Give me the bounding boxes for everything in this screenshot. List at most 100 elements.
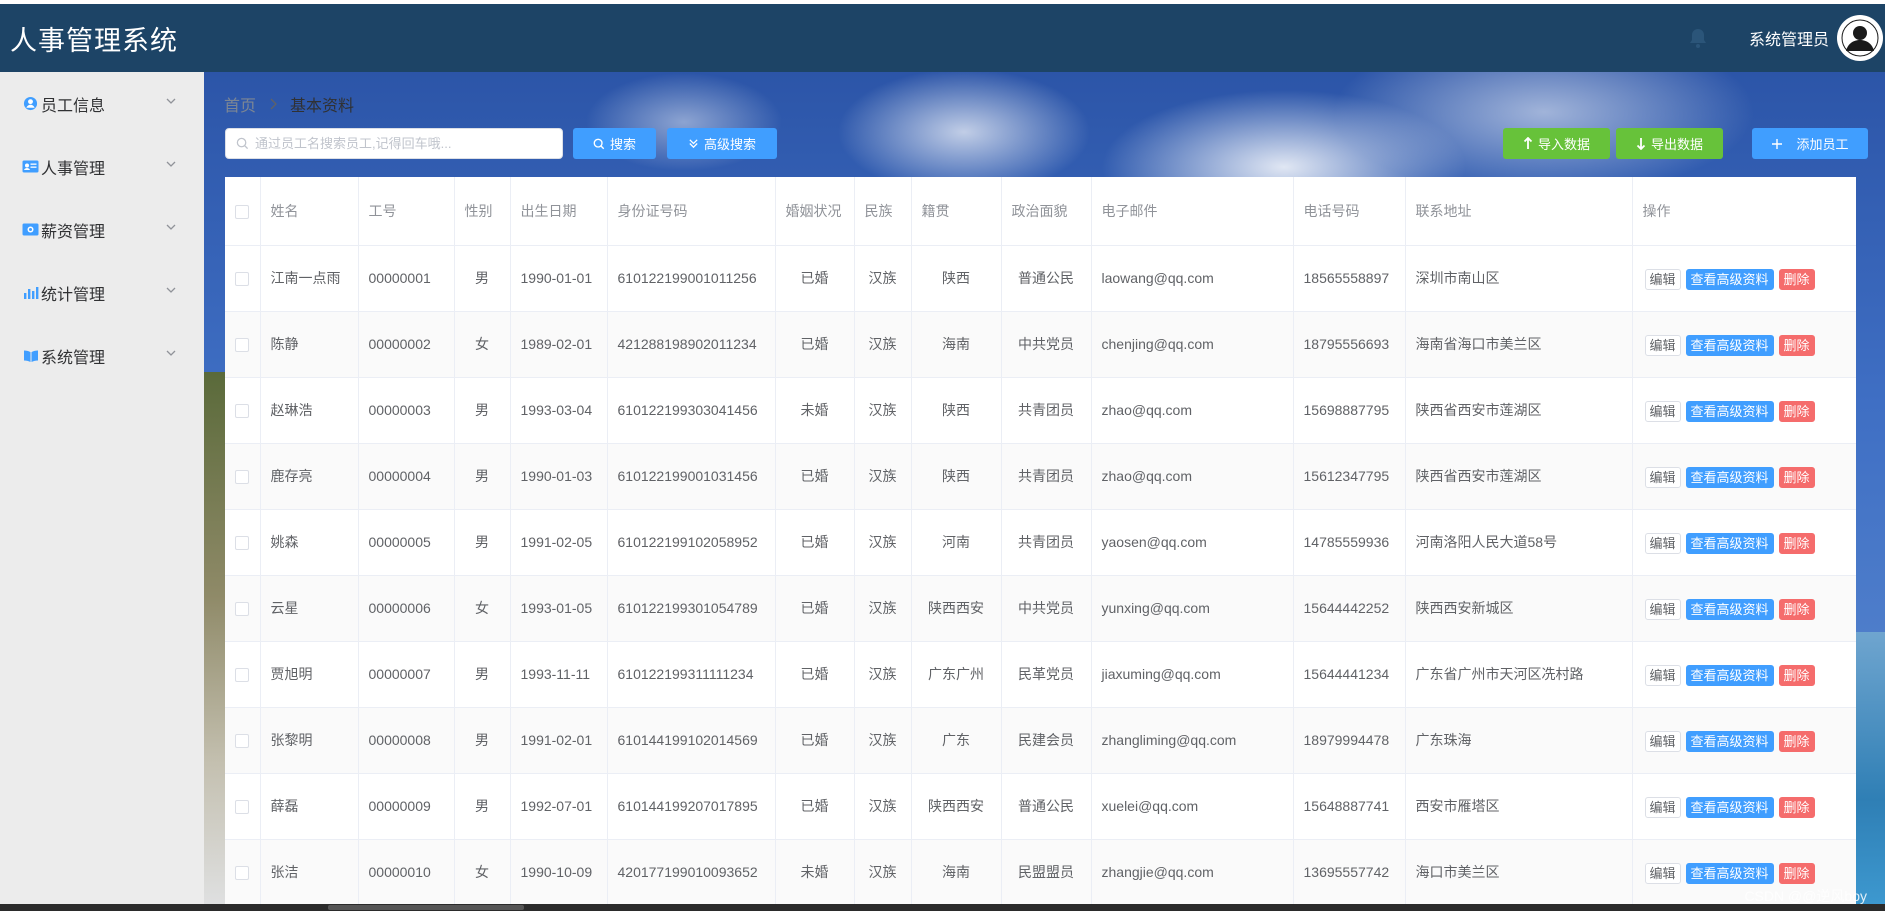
sidebar-item-personnel[interactable]: 人事管理 xyxy=(0,135,204,198)
advanced-search-button[interactable]: 高级搜索 xyxy=(667,128,777,159)
delete-button[interactable]: 删除 xyxy=(1778,664,1815,686)
select-all-checkbox[interactable] xyxy=(225,177,261,246)
user-avatar[interactable] xyxy=(1837,15,1883,61)
edit-button[interactable]: 编辑 xyxy=(1644,268,1681,290)
row-checkbox[interactable] xyxy=(225,575,261,642)
cell-name: 姚森 xyxy=(260,509,359,576)
delete-button[interactable]: 删除 xyxy=(1778,598,1815,620)
sidebar-item-employee-info[interactable]: 员工信息 xyxy=(0,72,204,135)
column-header: 性别 xyxy=(454,177,511,246)
breadcrumb-home[interactable]: 首页 xyxy=(224,92,256,116)
cell-address: 广东省广州市天河区冼村路 xyxy=(1405,641,1633,708)
cell-address: 陕西省西安市莲湖区 xyxy=(1405,443,1633,510)
delete-button[interactable]: 删除 xyxy=(1778,400,1815,422)
edit-button[interactable]: 编辑 xyxy=(1644,598,1681,620)
cell-address: 海口市美兰区 xyxy=(1405,839,1633,904)
chevron-down-icon xyxy=(166,98,176,104)
row-checkbox[interactable] xyxy=(225,641,261,708)
edit-button[interactable]: 编辑 xyxy=(1644,466,1681,488)
table-row[interactable]: 陈静 00000002 女 1989-02-01 421288198902011234 已… xyxy=(225,311,1856,378)
view-details-button[interactable]: 查看高级资料 xyxy=(1685,862,1774,884)
cell-idcard: 610122199303041456 xyxy=(607,377,776,444)
cell-native: 海南 xyxy=(911,839,1002,904)
row-checkbox[interactable] xyxy=(225,311,261,378)
table-row[interactable]: 贾旭明 00000007 男 1993-11-11 610122199311111234… xyxy=(225,641,1856,708)
table-row[interactable]: 鹿存亮 00000004 男 1990-01-03 610122199001031456… xyxy=(225,443,1856,510)
add-employee-button[interactable]: 添加员工 xyxy=(1752,128,1868,159)
search-input[interactable] xyxy=(255,136,555,151)
view-details-button[interactable]: 查看高级资料 xyxy=(1685,268,1774,290)
view-details-button[interactable]: 查看高级资料 xyxy=(1685,730,1774,752)
sidebar-item-salary[interactable]: 薪资管理 xyxy=(0,198,204,261)
user-name[interactable]: 系统管理员 xyxy=(1749,26,1829,50)
row-checkbox[interactable] xyxy=(225,509,261,576)
cell-gender: 男 xyxy=(454,377,511,444)
edit-button[interactable]: 编辑 xyxy=(1644,664,1681,686)
cell-nation: 汉族 xyxy=(854,311,912,378)
cell-marital: 已婚 xyxy=(775,773,855,840)
row-checkbox[interactable] xyxy=(225,443,261,510)
row-checkbox[interactable] xyxy=(225,707,261,774)
edit-button[interactable]: 编辑 xyxy=(1644,532,1681,554)
cell-phone: 15698887795 xyxy=(1293,377,1406,444)
bell-icon[interactable] xyxy=(1685,25,1711,51)
view-details-button[interactable]: 查看高级资料 xyxy=(1685,598,1774,620)
cell-actions: 编辑 查看高级资料 删除 xyxy=(1632,443,1856,510)
table-row[interactable]: 姚森 00000005 男 1991-02-05 610122199102058952 已… xyxy=(225,509,1856,576)
edit-button[interactable]: 编辑 xyxy=(1644,400,1681,422)
cell-idcard: 610122199311111234 xyxy=(607,641,776,708)
edit-button[interactable]: 编辑 xyxy=(1644,334,1681,356)
delete-button[interactable]: 删除 xyxy=(1778,334,1815,356)
cell-native: 陕西 xyxy=(911,245,1002,312)
sidebar-item-system[interactable]: 系统管理 xyxy=(0,324,204,387)
scrollbar-thumb[interactable] xyxy=(328,905,524,910)
delete-button[interactable]: 删除 xyxy=(1778,730,1815,752)
table-row[interactable]: 云星 00000006 女 1993-01-05 610122199301054789 已… xyxy=(225,575,1856,642)
table-row[interactable]: 薛磊 00000009 男 1992-07-01 610144199207017895 已… xyxy=(225,773,1856,840)
table-row[interactable]: 张黎明 00000008 男 1991-02-01 610144199102014569… xyxy=(225,707,1856,774)
view-details-button[interactable]: 查看高级资料 xyxy=(1685,466,1774,488)
cell-marital: 已婚 xyxy=(775,641,855,708)
cell-politic: 普通公民 xyxy=(1001,773,1092,840)
delete-button[interactable]: 删除 xyxy=(1778,532,1815,554)
search-button[interactable]: 搜索 xyxy=(573,128,656,159)
table-row[interactable]: 张洁 00000010 女 1990-10-09 420177199010093652 未… xyxy=(225,839,1856,904)
edit-button[interactable]: 编辑 xyxy=(1644,796,1681,818)
employee-table: 姓名 工号 性别 出生日期 身份证号码 婚姻状况 民族 籍贯 政治面貌 电子邮件… xyxy=(225,177,1856,904)
cell-politic: 民盟盟员 xyxy=(1001,839,1092,904)
cell-idcard: 610122199301054789 xyxy=(607,575,776,642)
cell-idcard: 610122199001011256 xyxy=(607,245,776,312)
table-row[interactable]: 赵琳浩 00000003 男 1993-03-04 610122199303041456… xyxy=(225,377,1856,444)
export-data-button[interactable]: 导出数据 xyxy=(1616,128,1723,159)
app-header: 人事管理系统 系统管理员 xyxy=(0,4,1885,72)
edit-button[interactable]: 编辑 xyxy=(1644,862,1681,884)
view-details-button[interactable]: 查看高级资料 xyxy=(1685,400,1774,422)
sidebar-item-label: 统计管理 xyxy=(41,286,106,304)
cell-native: 陕西西安 xyxy=(911,773,1002,840)
row-checkbox[interactable] xyxy=(225,773,261,840)
view-details-button[interactable]: 查看高级资料 xyxy=(1685,664,1774,686)
import-data-button[interactable]: 导入数据 xyxy=(1503,128,1610,159)
column-header: 婚姻状况 xyxy=(775,177,855,246)
view-details-button[interactable]: 查看高级资料 xyxy=(1685,796,1774,818)
cell-birthday: 1990-01-01 xyxy=(510,245,608,312)
table-row[interactable]: 江南一点雨 00000001 男 1990-01-01 6101221990010112… xyxy=(225,245,1856,312)
cell-phone: 18565558897 xyxy=(1293,245,1406,312)
cell-marital: 已婚 xyxy=(775,311,855,378)
advanced-search-label: 高级搜索 xyxy=(703,137,756,152)
horizontal-scrollbar[interactable] xyxy=(0,904,1885,911)
delete-button[interactable]: 删除 xyxy=(1778,466,1815,488)
cell-native: 陕西 xyxy=(911,377,1002,444)
row-checkbox[interactable] xyxy=(225,839,261,904)
delete-button[interactable]: 删除 xyxy=(1778,268,1815,290)
view-details-button[interactable]: 查看高级资料 xyxy=(1685,532,1774,554)
row-checkbox[interactable] xyxy=(225,245,261,312)
cell-actions: 编辑 查看高级资料 删除 xyxy=(1632,575,1856,642)
edit-button[interactable]: 编辑 xyxy=(1644,730,1681,752)
delete-button[interactable]: 删除 xyxy=(1778,796,1815,818)
row-checkbox[interactable] xyxy=(225,377,261,444)
view-details-button[interactable]: 查看高级资料 xyxy=(1685,334,1774,356)
delete-button[interactable]: 删除 xyxy=(1778,862,1815,884)
money-icon xyxy=(22,221,39,238)
sidebar-item-statistics[interactable]: 统计管理 xyxy=(0,261,204,324)
